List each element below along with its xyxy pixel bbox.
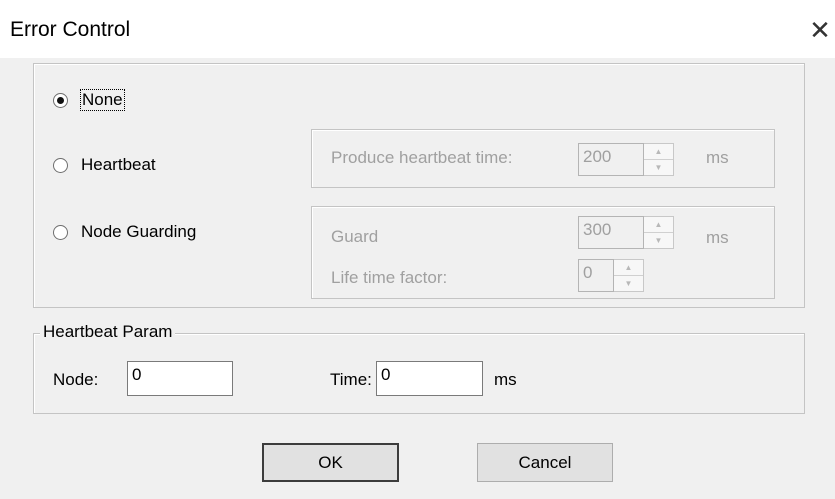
radio-node-guarding-label: Node Guarding bbox=[81, 222, 197, 241]
spin-down-icon[interactable]: ▼ bbox=[614, 275, 643, 291]
radio-none[interactable]: None bbox=[53, 89, 125, 111]
node-label: Node: bbox=[53, 370, 99, 389]
life-time-factor-value[interactable]: 0 bbox=[578, 259, 614, 292]
title-bar: Error Control ✕ bbox=[0, 0, 835, 58]
spin-up-icon[interactable]: ▲ bbox=[614, 260, 643, 275]
spin-down-icon[interactable]: ▼ bbox=[644, 232, 673, 248]
guard-unit: ms bbox=[706, 228, 729, 247]
heartbeat-param-legend: Heartbeat Param bbox=[40, 322, 176, 342]
radio-heartbeat[interactable]: Heartbeat bbox=[53, 155, 156, 175]
radio-heartbeat-indicator[interactable] bbox=[53, 157, 68, 173]
guard-label: Guard bbox=[331, 227, 379, 246]
life-time-factor-spinner[interactable]: 0 ▲ ▼ bbox=[578, 259, 644, 292]
cancel-button[interactable]: Cancel bbox=[477, 443, 613, 482]
produce-heartbeat-spinner[interactable]: 200 ▲ ▼ bbox=[578, 143, 674, 176]
time-unit: ms bbox=[494, 370, 517, 389]
guard-value[interactable]: 300 bbox=[578, 216, 644, 249]
dialog-title: Error Control bbox=[10, 18, 131, 41]
radio-none-label: None bbox=[80, 89, 125, 111]
radio-none-indicator[interactable] bbox=[53, 92, 68, 108]
guard-spinner[interactable]: 300 ▲ ▼ bbox=[578, 216, 674, 249]
life-time-factor-label: Life time factor: bbox=[331, 268, 448, 287]
produce-heartbeat-value[interactable]: 200 bbox=[578, 143, 644, 176]
radio-node-guarding[interactable]: Node Guarding bbox=[53, 222, 196, 242]
error-control-dialog: Error Control ✕ None Heartbeat Node Guar… bbox=[0, 0, 835, 499]
radio-heartbeat-label: Heartbeat bbox=[81, 155, 156, 174]
radio-node-guarding-indicator[interactable] bbox=[53, 224, 68, 240]
ok-button[interactable]: OK bbox=[262, 443, 399, 482]
life-time-factor-arrows[interactable]: ▲ ▼ bbox=[614, 259, 644, 292]
spin-up-icon[interactable]: ▲ bbox=[644, 144, 673, 159]
time-label: Time: bbox=[330, 370, 372, 389]
produce-heartbeat-arrows[interactable]: ▲ ▼ bbox=[644, 143, 674, 176]
time-input[interactable]: 0 bbox=[376, 361, 483, 396]
produce-heartbeat-label: Produce heartbeat time: bbox=[331, 148, 513, 167]
close-icon[interactable]: ✕ bbox=[800, 10, 835, 50]
node-input[interactable]: 0 bbox=[127, 361, 233, 396]
produce-heartbeat-unit: ms bbox=[706, 148, 729, 167]
spin-up-icon[interactable]: ▲ bbox=[644, 217, 673, 232]
spin-down-icon[interactable]: ▼ bbox=[644, 159, 673, 175]
guard-arrows[interactable]: ▲ ▼ bbox=[644, 216, 674, 249]
